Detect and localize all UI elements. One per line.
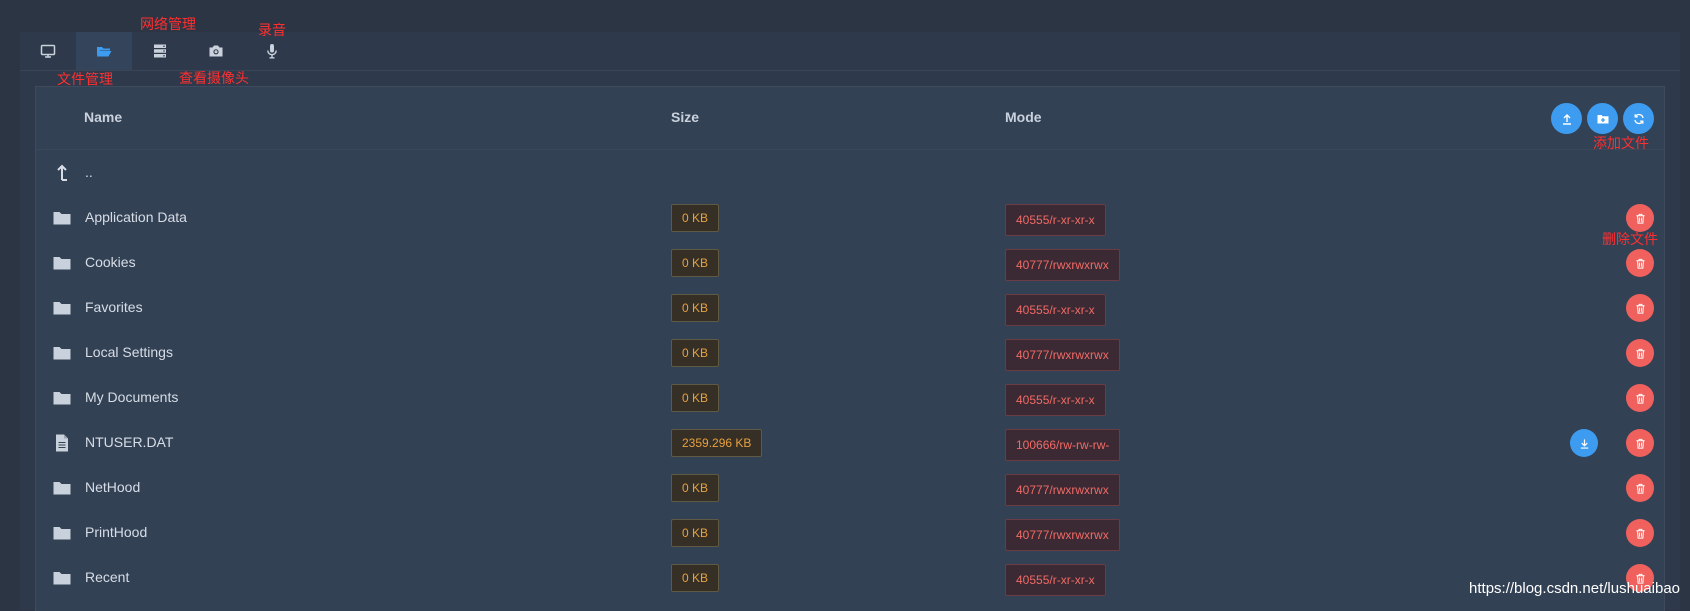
delete-button[interactable] — [1626, 384, 1654, 412]
folder-icon — [53, 347, 71, 360]
annotation-network-manage: 网络管理 — [140, 16, 196, 32]
parent-directory-row[interactable]: .. — [36, 151, 1664, 196]
file-manager-panel: Name Size Mode .. Application Data 0 KB 40… — [20, 32, 1680, 611]
annotation-recording: 录音 — [258, 22, 286, 38]
table-row[interactable]: Recent 0 KB 40555/r-xr-xr-x — [36, 556, 1664, 601]
watermark: https://blog.csdn.net/lushuaibao — [1469, 580, 1680, 597]
tab-files[interactable] — [76, 32, 132, 70]
file-mode-badge: 40777/rwxrwxrwx — [1005, 519, 1120, 551]
delete-button[interactable] — [1626, 249, 1654, 277]
file-name[interactable]: Favorites — [85, 299, 143, 315]
file-mode-badge: 40777/rwxrwxrwx — [1005, 249, 1120, 281]
table-row[interactable]: NetHood 0 KB 40777/rwxrwxrwx — [36, 466, 1664, 511]
file-mode-badge: 40555/r-xr-xr-x — [1005, 384, 1106, 416]
parent-directory-label: .. — [85, 164, 93, 180]
level-up-icon — [57, 164, 67, 181]
file-mode-badge: 40555/r-xr-xr-x — [1005, 294, 1106, 326]
file-name[interactable]: My Documents — [85, 389, 178, 405]
new-folder-button[interactable] — [1587, 103, 1618, 134]
file-size-badge: 0 KB — [671, 564, 720, 592]
annotation-add-file: 添加文件 — [1593, 135, 1649, 151]
file-mode-badge: 40555/r-xr-xr-x — [1005, 564, 1106, 596]
download-button[interactable] — [1570, 429, 1598, 457]
trash-icon — [1635, 438, 1645, 449]
tab-camera[interactable] — [188, 32, 244, 70]
file-text-icon — [56, 434, 68, 452]
refresh-icon — [1633, 113, 1644, 124]
file-name[interactable]: Recent — [85, 569, 129, 585]
file-name[interactable]: Cookies — [85, 254, 136, 270]
file-name[interactable]: NTUSER.DAT — [85, 434, 173, 450]
refresh-button[interactable] — [1623, 103, 1654, 134]
annotation-file-manage: 文件管理 — [57, 71, 113, 87]
trash-icon — [1635, 528, 1645, 539]
file-size-badge: 0 KB — [671, 339, 720, 367]
file-mode-badge: 40777/rwxrwxrwx — [1005, 474, 1120, 506]
folder-icon — [53, 257, 71, 270]
delete-button[interactable] — [1626, 294, 1654, 322]
delete-button[interactable] — [1626, 429, 1654, 457]
file-mode-badge: 40555/r-xr-xr-x — [1005, 204, 1106, 236]
folder-icon — [53, 527, 71, 540]
table-row[interactable]: PrintHood 0 KB 40777/rwxrwxrwx — [36, 511, 1664, 556]
file-name[interactable]: PrintHood — [85, 524, 147, 540]
delete-button[interactable] — [1626, 474, 1654, 502]
file-mode-badge: 100666/rw-rw-rw- — [1005, 429, 1121, 461]
trash-icon — [1635, 348, 1645, 359]
trash-icon — [1635, 393, 1645, 404]
annotation-delete-file: 删除文件 — [1602, 231, 1658, 247]
tab-screen[interactable] — [20, 32, 76, 70]
trash-icon — [1635, 258, 1645, 269]
trash-icon — [1635, 483, 1645, 494]
table-row[interactable]: NTUSER.DAT 2359.296 KB 100666/rw-rw-rw- — [36, 421, 1664, 466]
folder-plus-icon — [1597, 114, 1608, 123]
download-icon — [1580, 438, 1588, 449]
server-icon — [154, 44, 166, 58]
table-row[interactable]: Favorites 0 KB 40555/r-xr-xr-x — [36, 286, 1664, 331]
delete-button[interactable] — [1626, 339, 1654, 367]
trash-icon — [1635, 213, 1645, 224]
camera-icon — [209, 45, 223, 57]
table-row[interactable]: Application Data 0 KB 40555/r-xr-xr-x — [36, 196, 1664, 241]
file-mode-badge: 40777/rwxrwxrwx — [1005, 339, 1120, 371]
file-name[interactable]: Local Settings — [85, 344, 173, 360]
table-row[interactable]: My Documents 0 KB 40555/r-xr-xr-x — [36, 376, 1664, 421]
folder-icon — [53, 302, 71, 315]
trash-icon — [1635, 303, 1645, 314]
folder-open-icon — [97, 47, 112, 57]
microphone-icon — [267, 44, 277, 59]
delete-button[interactable] — [1626, 204, 1654, 232]
column-header-name: Name — [84, 109, 123, 125]
folder-icon — [53, 572, 71, 585]
folder-icon — [53, 392, 71, 405]
file-size-badge: 0 KB — [671, 474, 720, 502]
file-size-badge: 0 KB — [671, 384, 720, 412]
file-size-badge: 0 KB — [671, 519, 720, 547]
upload-icon — [1562, 113, 1571, 125]
file-size-badge: 0 KB — [671, 294, 720, 322]
file-size-badge: 0 KB — [671, 204, 720, 232]
tab-network[interactable] — [132, 32, 188, 70]
file-size-badge: 2359.296 KB — [671, 429, 763, 457]
file-table: Name Size Mode .. Application Data 0 KB 40… — [35, 86, 1665, 611]
upload-button[interactable] — [1551, 103, 1582, 134]
file-name[interactable]: Application Data — [85, 209, 187, 225]
column-header-mode: Mode — [1005, 109, 1042, 125]
monitor-icon — [40, 44, 56, 58]
delete-button[interactable] — [1626, 519, 1654, 547]
header-actions — [1551, 103, 1654, 134]
file-name[interactable]: NetHood — [85, 479, 140, 495]
table-row[interactable]: Cookies 0 KB 40777/rwxrwxrwx — [36, 241, 1664, 286]
folder-icon — [53, 482, 71, 495]
column-header-size: Size — [671, 109, 700, 125]
annotation-view-camera: 查看摄像头 — [179, 70, 249, 86]
file-size-badge: 0 KB — [671, 249, 720, 277]
folder-icon — [53, 212, 71, 225]
table-row[interactable]: Local Settings 0 KB 40777/rwxrwxrwx — [36, 331, 1664, 376]
table-header: Name Size Mode — [36, 87, 1664, 150]
